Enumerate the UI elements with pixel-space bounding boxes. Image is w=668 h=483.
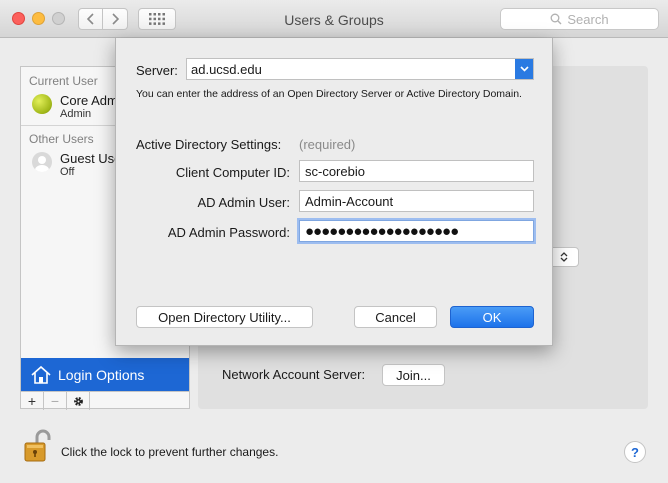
ok-button[interactable]: OK: [450, 306, 534, 328]
server-combo-box[interactable]: ad.ucsd.edu: [186, 58, 534, 80]
ad-settings-label: Active Directory Settings:: [136, 137, 282, 152]
chevron-down-icon: [519, 66, 529, 72]
client-id-field[interactable]: sc-corebio: [299, 160, 534, 182]
network-account-server-label: Network Account Server:: [222, 367, 366, 382]
tennis-ball-avatar: [32, 94, 52, 114]
lock-hint-text: Click the lock to prevent further change…: [61, 445, 279, 459]
title-bar: Users & Groups Search: [0, 0, 668, 38]
user-name: Guest User: [60, 151, 120, 166]
add-user-button[interactable]: +: [21, 392, 44, 410]
search-placeholder: Search: [567, 11, 609, 27]
help-button[interactable]: ?: [624, 441, 646, 463]
login-options-item[interactable]: Login Options: [21, 358, 189, 391]
admin-password-label: AD Admin Password:: [167, 225, 290, 240]
directory-server-sheet: Server: ad.ucsd.edu You can enter the ad…: [115, 38, 553, 346]
gear-icon: [73, 396, 83, 406]
search-input[interactable]: Search: [500, 8, 659, 30]
admin-user-field[interactable]: Admin-Account: [299, 190, 534, 212]
remove-user-button[interactable]: −: [44, 392, 67, 410]
house-icon: [31, 365, 51, 384]
open-directory-utility-button[interactable]: Open Directory Utility...: [136, 306, 313, 328]
admin-user-label: AD Admin User:: [197, 195, 290, 210]
password-mask: ●●●●●●●●●●●●●●●●●●●: [305, 222, 459, 240]
users-groups-window: Users & Groups Search Current User Core …: [0, 0, 668, 483]
other-users-header: Other Users: [29, 132, 94, 146]
server-label: Server:: [136, 63, 178, 78]
server-value: ad.ucsd.edu: [191, 61, 262, 77]
required-label: (required): [299, 137, 356, 152]
search-icon: [550, 13, 562, 25]
updown-arrows-icon: [560, 252, 567, 262]
user-status: Off: [60, 166, 75, 178]
user-name: Core Admin: [60, 93, 120, 108]
join-button[interactable]: Join...: [382, 364, 445, 386]
login-options-label: Login Options: [58, 366, 145, 383]
user-role: Admin: [60, 108, 92, 120]
server-note: You can enter the address of an Open Dir…: [136, 88, 522, 100]
action-menu-button[interactable]: [67, 392, 90, 410]
unlocked-lock-icon: [24, 429, 51, 462]
lock-button[interactable]: [20, 429, 54, 465]
client-id-label: Client Computer ID:: [175, 165, 290, 180]
admin-password-field[interactable]: ●●●●●●●●●●●●●●●●●●●: [299, 220, 534, 242]
user-list-toolbar: + −: [21, 391, 189, 410]
server-dropdown-button[interactable]: [515, 59, 533, 79]
person-avatar-icon: [32, 152, 52, 172]
cancel-button[interactable]: Cancel: [354, 306, 437, 328]
